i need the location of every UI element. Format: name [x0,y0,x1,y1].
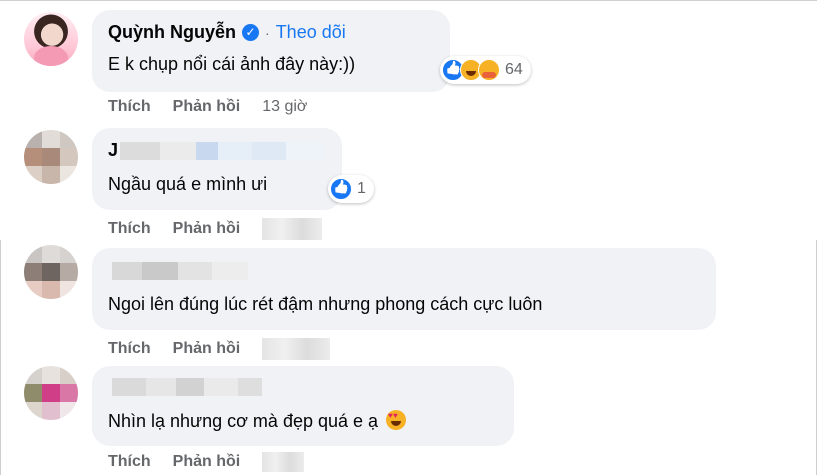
separator-dot: · [265,24,270,41]
comment-text: E k chụp nổi cái ảnh đây này:)) [108,54,356,74]
like-button[interactable]: Thích [108,98,151,116]
blurred-author-name [112,378,262,396]
reply-button[interactable]: Phản hồi [173,220,241,238]
comment-actions: Thích Phản hồi 13 giờ [108,98,307,116]
comment-text: Ngoi lên đúng lúc rét đậm nhưng phong cá… [108,294,543,314]
reaction-count: 1 [357,180,366,197]
avatar[interactable] [24,130,78,184]
like-button[interactable]: Thích [108,453,151,471]
blurred-author-name [112,262,248,280]
comment-actions: Thích Phản hồi [108,218,323,240]
avatar[interactable] [24,245,78,299]
frame-border-top [0,0,817,1]
avatar[interactable] [24,366,78,420]
comment-author[interactable]: J [108,140,118,161]
reply-button[interactable]: Phản hồi [173,98,241,116]
reaction-summary[interactable]: 1 [328,175,374,203]
reaction-summary[interactable]: 64 [440,56,531,84]
comment-time[interactable]: 13 giờ [262,98,307,116]
comment-header: Quỳnh Nguyễn ✓ · Theo dõi [108,22,346,43]
reply-button[interactable]: Phản hồi [173,340,241,358]
blurred-author-name [120,142,324,160]
comment-bubble: Quỳnh Nguyễn ✓ · Theo dõi E k chụp nổi c… [92,10,450,92]
reaction-count: 64 [505,61,523,78]
comment-actions: Thích Phản hồi [108,452,305,472]
comment-actions: Thích Phản hồi [108,338,331,360]
avatar-figure [34,46,68,66]
comment-text: Ngầu quá e mình ưi [108,174,268,194]
like-button[interactable]: Thích [108,340,151,358]
reply-button[interactable]: Phản hồi [173,453,241,471]
comment-text: Nhìn lạ nhưng cơ mà đẹp quá e ạ [108,410,407,432]
care-icon [478,59,500,81]
follow-link[interactable]: Theo dõi [276,22,346,43]
frame-border-left [0,240,1,475]
blurred-comment-time [262,218,323,240]
comment-bubble: Nhìn lạ nhưng cơ mà đẹp quá e ạ [92,366,514,446]
blurred-comment-time [262,338,331,360]
comment-bubble: J Ngầu quá e mình ưi [92,128,342,210]
heart-eyes-icon [386,410,407,430]
blurred-comment-time [262,452,305,472]
like-button[interactable]: Thích [108,220,151,238]
comment-bubble: Ngoi lên đúng lúc rét đậm nhưng phong cá… [92,248,716,330]
verified-badge-icon: ✓ [242,24,260,41]
avatar[interactable] [24,12,78,66]
comment-author[interactable]: Quỳnh Nguyễn [108,22,236,43]
comment-text-body: Nhìn lạ nhưng cơ mà đẹp quá e ạ [108,411,379,431]
like-icon [330,178,352,200]
